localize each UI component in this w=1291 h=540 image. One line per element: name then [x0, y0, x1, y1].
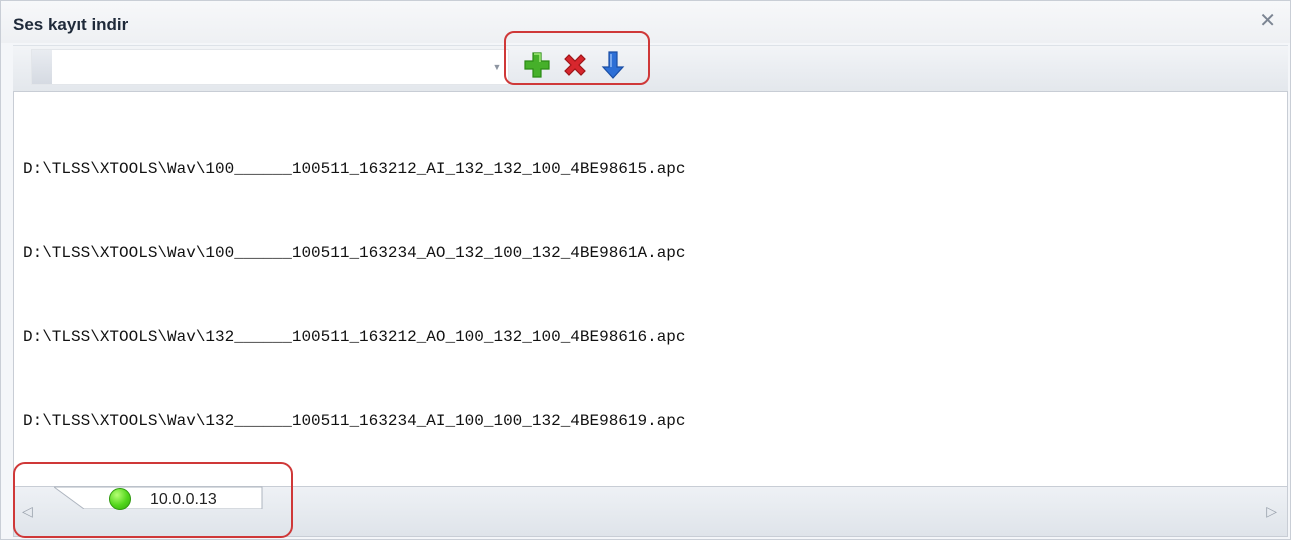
combo-grip — [32, 50, 52, 84]
download-audio-dialog: Ses kayıt indir ✕ ▼ D:\TLSS\XTOOLS\Wav\1… — [0, 0, 1291, 540]
chevron-right-icon[interactable]: ▷ — [1266, 503, 1277, 520]
toolbar: ▼ — [13, 31, 1288, 92]
file-item[interactable]: D:\TLSS\XTOOLS\Wav\100______100511_16323… — [23, 239, 686, 267]
path-combobox[interactable]: ▼ — [31, 49, 509, 85]
plus-icon — [524, 52, 550, 78]
delete-icon — [564, 54, 586, 76]
window-title: Ses kayıt indir — [13, 15, 129, 34]
tab-highlight — [13, 462, 293, 538]
file-item[interactable]: D:\TLSS\XTOOLS\Wav\132______100511_16321… — [23, 323, 686, 351]
file-list: D:\TLSS\XTOOLS\Wav\100______100511_16321… — [23, 99, 686, 491]
file-item[interactable]: D:\TLSS\XTOOLS\Wav\100______100511_16321… — [23, 155, 686, 183]
arrow-down-icon — [601, 51, 625, 79]
file-item[interactable]: D:\TLSS\XTOOLS\Wav\132______100511_16323… — [23, 407, 686, 435]
download-button[interactable] — [596, 48, 630, 82]
file-list-panel: D:\TLSS\XTOOLS\Wav\100______100511_16321… — [13, 91, 1288, 487]
close-icon[interactable]: ✕ — [1259, 11, 1276, 31]
delete-button[interactable] — [558, 48, 592, 82]
add-button[interactable] — [520, 48, 554, 82]
